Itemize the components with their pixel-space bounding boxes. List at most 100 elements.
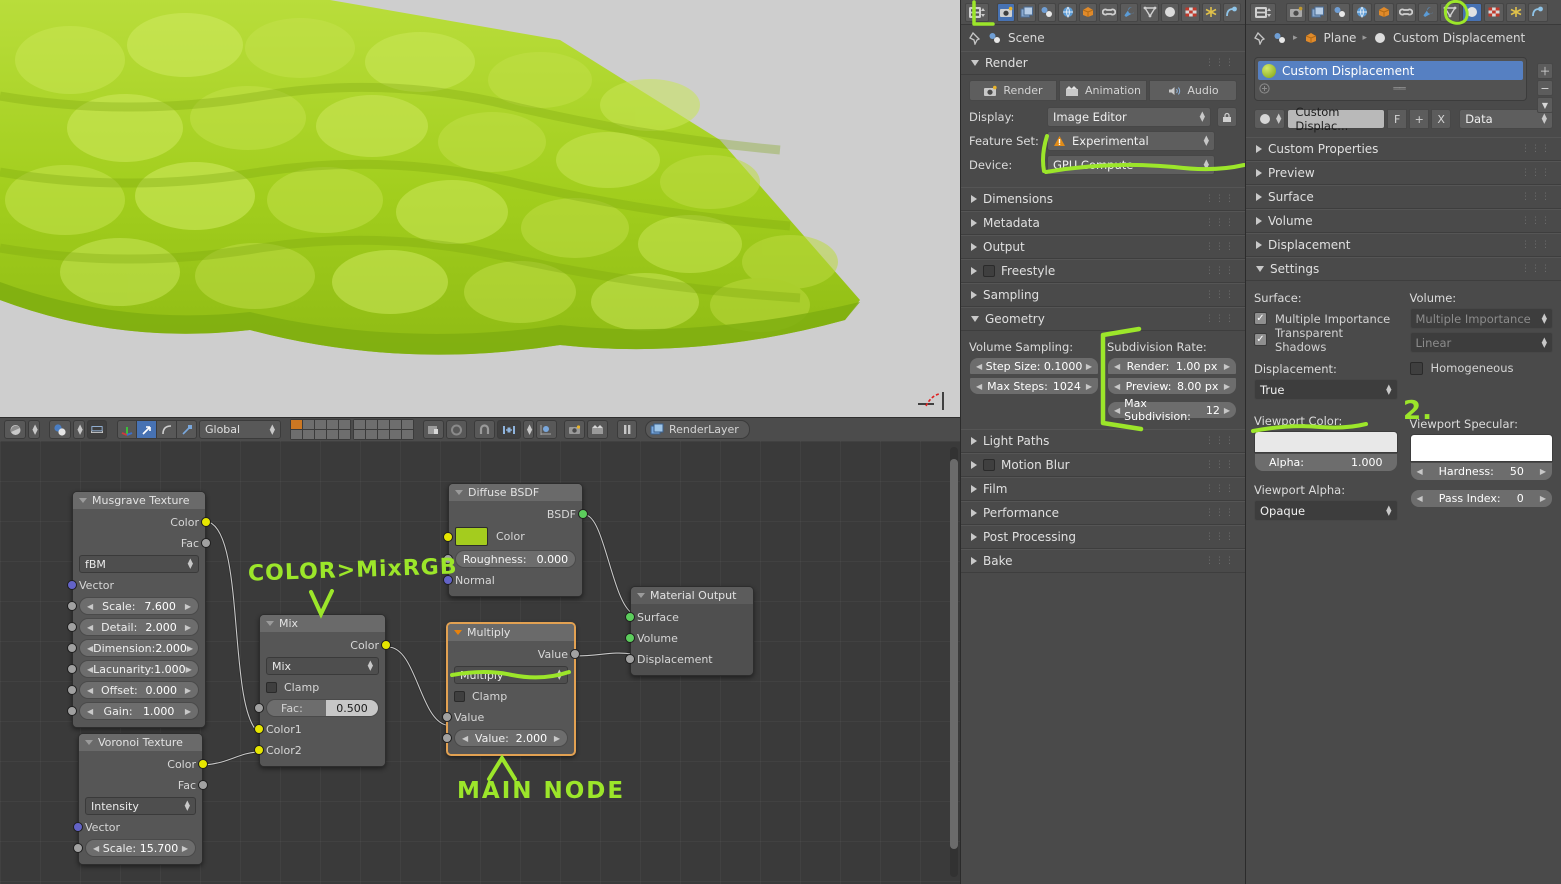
tab-texture-icon[interactable] (1484, 2, 1504, 22)
pass-index-value[interactable]: 0 (1517, 492, 1524, 505)
increment-arrow-icon[interactable]: ▶ (1086, 382, 1092, 391)
multiply-operation-row[interactable]: Multiply ▲ ▼ (454, 666, 568, 684)
socket-color-in[interactable] (443, 531, 453, 542)
manipulator-scale-icon[interactable] (177, 420, 197, 439)
chevron-right-icon[interactable] (971, 485, 977, 493)
decrement-arrow-icon[interactable]: ◀ (1114, 406, 1120, 415)
hardness-value[interactable]: 50 (1510, 465, 1524, 478)
material-properties-tabbar[interactable] (1246, 0, 1561, 25)
panel-header-metadata[interactable]: Metadata ⋮⋮⋮ (961, 211, 1245, 235)
increment-arrow-icon[interactable]: ▶ (1224, 362, 1230, 371)
panel-header-displacement[interactable]: Displacement ⋮⋮⋮ (1246, 233, 1561, 257)
editor-type-icon[interactable] (4, 420, 26, 439)
material-breadcrumb[interactable]: ▸ Plane ▸ Custom Displacement (1246, 25, 1561, 51)
max-subdivision-field[interactable]: ◀ Max Subdivision: 12 ▶ (1107, 397, 1237, 423)
socket-volume-in[interactable] (625, 633, 635, 643)
collapse-triangle-icon[interactable] (85, 740, 93, 745)
mix-blend-row[interactable]: Mix ▲ ▼ (266, 657, 379, 675)
pause-render-icon[interactable] (617, 420, 637, 439)
multiply-clamp-row[interactable]: Clamp (454, 687, 568, 705)
manipulator-rotate-icon[interactable] (157, 420, 177, 439)
render-layer-selector[interactable]: RenderLayer (645, 420, 750, 439)
homogeneous-row[interactable]: Homogeneous (1409, 356, 1554, 380)
socket-color2-in[interactable] (254, 745, 264, 755)
voronoi-scale-row[interactable]: ◀ Scale: 15.700 ▶ (73, 839, 196, 857)
increment-arrow-icon[interactable]: ▶ (185, 602, 191, 611)
manipulator-translate-icon[interactable] (137, 420, 157, 439)
chevron-right-icon[interactable] (971, 533, 977, 541)
tab-particles-icon[interactable] (1202, 2, 1221, 22)
socket-fac-out[interactable] (198, 780, 208, 790)
viewport-specular-swatch[interactable] (1409, 434, 1553, 462)
panel-header-dimensions[interactable]: Dimensions ⋮⋮⋮ (961, 187, 1245, 211)
material-slot-list[interactable]: Custom Displacement ══ (1254, 57, 1527, 101)
layer-cell[interactable] (315, 420, 326, 429)
layer-cell[interactable] (390, 420, 401, 429)
socket-color-out[interactable] (201, 517, 211, 527)
field-value[interactable]: 15.700 (140, 842, 179, 855)
tab-render-icon[interactable] (996, 2, 1016, 22)
max-subdivision-value[interactable]: 12 (1206, 404, 1220, 417)
editor-type-icon[interactable] (1250, 2, 1276, 22)
panel-header-freestyle[interactable]: Freestyle ⋮⋮⋮ (961, 259, 1245, 283)
render-breadcrumb[interactable]: Scene (961, 25, 1245, 51)
fac-value[interactable]: 0.500 (326, 700, 378, 716)
node-header-material-output[interactable]: Material Output (631, 587, 753, 604)
homogeneous-checkbox[interactable] (1409, 361, 1423, 375)
layer-cell[interactable] (327, 420, 338, 429)
musgrave-detail-row[interactable]: ◀ Detail: 2.000 ▶ (67, 618, 199, 636)
viewport-shading-icon[interactable] (49, 420, 71, 439)
editor-type-spinner[interactable]: ▲ ▼ (28, 420, 40, 439)
render-animation-button[interactable] (587, 420, 608, 439)
tab-scene-icon[interactable] (1037, 2, 1057, 22)
scrollbar-thumb[interactable] (950, 459, 958, 849)
add-material-slot-button[interactable]: ＋ (1537, 63, 1553, 79)
transparent-shadows-row[interactable]: ✓ Transparent Shadows (1254, 326, 1398, 354)
panel-header-motion-blur[interactable]: Motion Blur ⋮⋮⋮ (961, 453, 1245, 477)
chevron-right-icon[interactable] (1256, 217, 1262, 225)
decrement-arrow-icon[interactable]: ◀ (976, 362, 982, 371)
view-zoom-toggle[interactable] (87, 420, 107, 439)
panel-header-performance[interactable]: Performance ⋮⋮⋮ (961, 501, 1245, 525)
material-slot-buttons[interactable]: ＋ − ▼ (1537, 63, 1553, 114)
panel-header-settings[interactable]: Settings ⋮⋮⋮ (1246, 257, 1561, 281)
socket-bsdf-out[interactable] (578, 509, 588, 519)
decrement-arrow-icon[interactable]: ◀ (1417, 467, 1423, 476)
scene-layers-grid-2[interactable] (353, 419, 414, 440)
voronoi-output-fac[interactable]: Fac (85, 776, 208, 794)
decrement-arrow-icon[interactable]: ◀ (1114, 362, 1120, 371)
render-image-button[interactable]: Render (969, 80, 1057, 101)
node-material-output[interactable]: Material Output Surface Volume Displacem… (625, 586, 754, 676)
mix-blend-mode-select[interactable]: Mix ▲ ▼ (266, 657, 379, 675)
tab-modifier-wrench-icon[interactable] (1418, 2, 1438, 22)
new-material-button[interactable]: + (1409, 109, 1430, 129)
collapse-triangle-icon[interactable] (637, 593, 645, 598)
material-datablock-browse[interactable]: ▲ ▼ (1254, 109, 1286, 129)
increment-arrow-icon[interactable]: ▶ (1224, 406, 1230, 415)
render-properties-tabbar[interactable] (961, 0, 1245, 26)
snap-mode-spinner[interactable]: ▲ ▼ (523, 420, 534, 439)
socket-color-out[interactable] (198, 759, 208, 769)
field-value[interactable]: 0.000 (537, 553, 569, 566)
field-value[interactable]: 1.000 (143, 705, 175, 718)
increment-arrow-icon[interactable]: ▶ (185, 686, 191, 695)
multiply-value-in-row[interactable]: Value (442, 708, 568, 726)
chevron-right-icon[interactable] (971, 557, 977, 565)
tab-data-icon[interactable] (1440, 2, 1460, 22)
max-steps-value[interactable]: 1024 (1053, 380, 1081, 393)
breadcrumb-object-label[interactable]: Plane (1324, 31, 1357, 45)
device-select[interactable]: GPU Compute ▲ ▼ (1047, 155, 1215, 175)
proportional-edit-icon[interactable] (536, 420, 557, 439)
render-audio-button[interactable]: Audio (1149, 80, 1237, 101)
chevron-right-icon[interactable] (971, 243, 977, 251)
panel-header-render[interactable]: Render ⋮⋮⋮ (961, 51, 1245, 75)
pin-icon[interactable] (969, 31, 982, 45)
increment-arrow-icon[interactable]: ▶ (187, 644, 193, 653)
socket-value-out[interactable] (570, 649, 580, 659)
field-value[interactable]: 2.000 (516, 732, 548, 745)
render-animation-button[interactable]: Animation (1059, 80, 1147, 101)
socket-dimension-in[interactable] (67, 643, 77, 653)
socket-detail-in[interactable] (67, 622, 77, 632)
tab-data-icon[interactable] (1140, 2, 1159, 22)
layer-cell[interactable] (303, 420, 314, 429)
